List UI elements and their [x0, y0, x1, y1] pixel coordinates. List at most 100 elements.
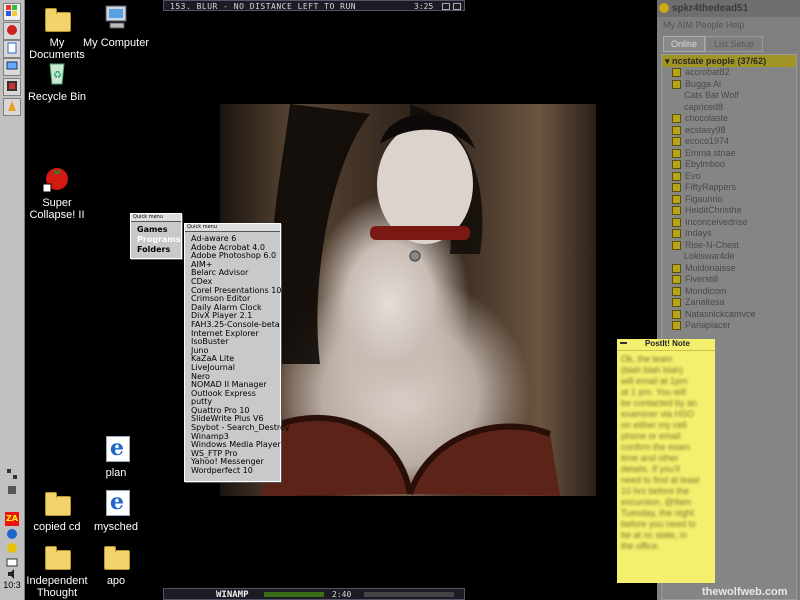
buddy-item[interactable]: Pariaplacer — [662, 320, 796, 332]
aim-menu-bar[interactable]: My AIM People Help — [663, 20, 745, 30]
winamp-track-title: 153. BLUR - NO DISTANCE LEFT TO RUN — [170, 2, 357, 11]
buddy-name: ecoco1974 — [685, 136, 730, 146]
desktop-icon-label: Recycle Bin — [27, 91, 87, 103]
buddy-item[interactable]: Muldonaisse — [662, 263, 796, 275]
buddy-item[interactable]: Cats Bat Wolf — [662, 90, 796, 102]
buddy-group-header[interactable]: ▾ ncstate people (37/62) — [662, 55, 796, 67]
buddy-item[interactable]: ecoco1974 — [662, 136, 796, 148]
winamp-player-bar[interactable]: WINAMP 2:40 — [163, 588, 465, 600]
buddy-status-icon — [672, 114, 681, 124]
buddy-item[interactable]: Inconceivedrise — [662, 217, 796, 229]
quick-menu-item-games[interactable]: Games — [131, 225, 181, 235]
buddy-name: chocolaste — [685, 113, 729, 123]
postit-line: on either my cell — [621, 420, 687, 430]
postit-line: confirm the exam — [621, 442, 691, 452]
tray-icon-aim[interactable] — [5, 542, 19, 556]
buddy-item[interactable]: Bugga Al — [662, 79, 796, 91]
desktop-icon-super-collapse[interactable]: Super Collapse! II — [21, 162, 93, 221]
buddy-item[interactable]: Ebylmboo — [662, 159, 796, 171]
buddy-name: Mondicom — [685, 285, 727, 296]
buddy-status-icon — [672, 183, 681, 193]
winamp-shade-button[interactable] — [442, 3, 450, 10]
app-icon-media[interactable] — [3, 78, 21, 96]
tab-list-setup[interactable]: List Setup — [705, 36, 763, 52]
postit-title-bar[interactable]: PostIt! Note — [617, 339, 715, 351]
buddy-item[interactable]: chocolaste — [662, 113, 796, 125]
ie-icon — [106, 435, 130, 462]
quick-menu-item-folders[interactable]: Folders — [131, 245, 181, 255]
buddy-item[interactable]: HeiditChristhe — [662, 205, 796, 217]
desktop-icon-plan[interactable]: plan — [80, 432, 152, 479]
winamp-title-bar[interactable]: 153. BLUR - NO DISTANCE LEFT TO RUN 3:25 — [163, 0, 465, 11]
desktop-icon-apo[interactable]: apo — [80, 540, 152, 587]
desktop-icon-recycle-bin[interactable]: ♻ Recycle Bin — [21, 56, 93, 103]
buddy-item[interactable]: Evo — [662, 171, 796, 183]
desktop-icon-label: mysched — [93, 521, 139, 533]
postit-line: before you need to — [621, 519, 697, 529]
desktop-icon-label: apo — [106, 575, 126, 587]
buddy-name: Emma stnae — [685, 147, 736, 158]
buddy-status-icon — [672, 275, 681, 285]
aim-title-bar[interactable]: spkr4thedead51 — [657, 0, 800, 17]
buddy-name: accrobat82 — [685, 67, 730, 77]
app-icon-doc[interactable] — [3, 40, 21, 58]
buddy-name: Evo — [685, 170, 701, 181]
winamp-controls[interactable] — [364, 592, 454, 597]
program-item[interactable]: Wordperfect 10 — [185, 466, 280, 476]
windows-logo-icon[interactable] — [3, 3, 21, 21]
buddy-item[interactable]: Figaunrio — [662, 194, 796, 206]
winamp-close-button[interactable] — [453, 3, 461, 10]
collapse-arrow-icon: ▾ — [665, 56, 673, 66]
buddy-item[interactable]: Rise-N-Chest — [662, 240, 796, 252]
buddy-name: Indays — [685, 228, 712, 238]
desktop-icon-label: My Computer — [82, 37, 150, 49]
buddy-name: HeiditChristhe — [685, 205, 742, 215]
buddy-status-icon — [672, 194, 681, 204]
app-icon-red[interactable] — [3, 22, 21, 40]
buddy-name: Zanaltesa — [685, 297, 725, 307]
buddy-item[interactable]: Zanaltesa — [662, 297, 796, 309]
tab-online[interactable]: Online — [663, 36, 705, 52]
buddy-name: Rise-N-Chest — [685, 239, 740, 250]
buddy-item[interactable]: capriced8 — [662, 102, 796, 114]
postit-body[interactable]: Ok, the team (blah blah blah) will email… — [617, 351, 715, 552]
desktop-icon-my-computer[interactable]: My Computer — [80, 2, 152, 49]
quick-menu-programs: Quick menu Ad-aware 6 Adobe Acrobat 4.0 … — [184, 223, 290, 482]
tray-icon-network[interactable] — [5, 468, 19, 482]
app-icon-net[interactable] — [3, 58, 21, 76]
quick-menu-item-programs[interactable]: Programs — [131, 235, 181, 245]
buddy-name: Lokiswar4de — [684, 251, 735, 261]
buddy-item[interactable]: Fiverstill — [662, 274, 796, 286]
winamp-logo: WINAMP — [216, 590, 249, 600]
buddy-status-icon — [672, 160, 681, 170]
postit-note[interactable]: PostIt! Note Ok, the team (blah blah bla… — [617, 339, 715, 583]
quick-menu-categories: Quick menu Games Programs Folders — [130, 213, 182, 259]
tray-icon-zonealarm[interactable]: ZA — [5, 512, 19, 526]
tray-icon-extra[interactable] — [5, 484, 19, 498]
buddy-status-icon — [672, 137, 681, 147]
buddy-status-icon — [672, 229, 681, 239]
desktop-icon-mysched[interactable]: mysched — [80, 486, 152, 533]
tray-icon-ie[interactable] — [5, 528, 19, 542]
buddy-item[interactable]: FiftyRappers — [662, 182, 796, 194]
buddy-item[interactable]: ecstasy98 — [662, 125, 796, 137]
postit-line: 10 hrs before the — [621, 486, 690, 496]
buddy-name: Bugga Al — [685, 78, 722, 89]
buddy-status-icon — [672, 286, 681, 296]
postit-line: excursion, @9am — [621, 497, 692, 507]
buddy-item[interactable]: Lokiswar4de — [662, 251, 796, 263]
ie-icon — [106, 489, 130, 516]
buddy-item[interactable]: Natasnickcamvce — [662, 309, 796, 321]
postit-line: be at nc state, in — [621, 530, 688, 540]
postit-line: at 1 pm. You will — [621, 387, 687, 397]
tomato-game-icon — [41, 162, 73, 194]
buddy-item[interactable]: accrobat82 — [662, 67, 796, 79]
buddy-item[interactable]: Indays — [662, 228, 796, 240]
postit-line: Ok, the team — [621, 354, 673, 364]
minimize-icon[interactable] — [620, 342, 627, 344]
app-icon-run[interactable] — [3, 98, 21, 116]
buddy-item[interactable]: Emma stnae — [662, 148, 796, 160]
buddy-item[interactable]: Mondicom — [662, 286, 796, 298]
buddy-status-icon — [672, 240, 681, 250]
buddy-status-icon — [672, 206, 681, 216]
